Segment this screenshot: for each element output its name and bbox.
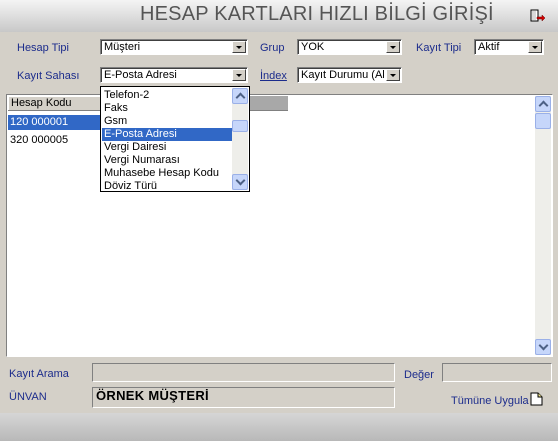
dropdown-option[interactable]: Gsm: [102, 115, 232, 128]
scroll-thumb[interactable]: [232, 120, 248, 132]
kayit-arama-input[interactable]: [92, 363, 395, 382]
page-title: HESAP KARTLARI HIZLI BİLGİ GİRİŞİ: [140, 3, 494, 25]
kayit-sahasi-label: Kayıt Sahası: [17, 70, 80, 82]
document-icon[interactable]: [530, 392, 543, 406]
index-select[interactable]: Kayıt Durumu (Ak: [297, 67, 402, 83]
scroll-thumb[interactable]: [535, 113, 551, 129]
dropdown-option[interactable]: Faks: [102, 102, 232, 115]
kayit-tipi-value: Aktif: [478, 41, 500, 53]
chevron-down-icon[interactable]: [232, 69, 246, 81]
dropdown-option[interactable]: Telefon-2: [102, 89, 232, 102]
scroll-up-icon[interactable]: [232, 88, 248, 104]
kayit-tipi-label: Kayıt Tipi: [416, 42, 462, 54]
scroll-down-icon[interactable]: [232, 174, 248, 190]
scroll-down-icon[interactable]: [535, 339, 551, 355]
dropdown-option[interactable]: Vergi Numarası: [102, 154, 232, 167]
apply-all-button[interactable]: Tümüne Uygula: [451, 395, 529, 407]
dropdown-option-selected[interactable]: E-Posta Adresi: [102, 128, 232, 141]
hesap-tipi-label: Hesap Tipi: [17, 42, 69, 54]
index-label: İndex: [260, 70, 287, 82]
grup-select[interactable]: YOK: [297, 39, 402, 55]
kayit-sahasi-dropdown-list[interactable]: Telefon-2 Faks Gsm E-Posta Adresi Vergi …: [100, 86, 250, 192]
dropdown-option[interactable]: Vergi Dairesi: [102, 141, 232, 154]
column-header-hesap-kodu[interactable]: Hesap Kodu: [8, 96, 108, 110]
hesap-tipi-select[interactable]: Müşteri: [100, 39, 248, 55]
kayit-sahasi-select[interactable]: E-Posta Adresi: [100, 67, 248, 83]
deger-label: Değer: [404, 369, 434, 381]
chevron-down-icon[interactable]: [232, 41, 246, 53]
chevron-down-icon[interactable]: [528, 41, 542, 53]
unvan-label: ÜNVAN: [9, 391, 47, 403]
unvan-value: ÖRNEK MÜŞTERİ: [96, 388, 209, 403]
dropdown-option[interactable]: Döviz Türü: [102, 180, 232, 191]
hesap-tipi-value: Müşteri: [104, 41, 141, 53]
table-row[interactable]: 120 000001: [8, 115, 108, 130]
scroll-up-icon[interactable]: [535, 96, 551, 112]
kayit-tipi-select[interactable]: Aktif: [474, 39, 544, 55]
table-row[interactable]: 320 000005: [8, 133, 108, 148]
kayit-arama-label: Kayıt Arama: [9, 368, 69, 380]
dropdown-scrollbar[interactable]: [232, 88, 248, 190]
grid-scrollbar[interactable]: [535, 96, 551, 355]
dropdown-option[interactable]: Muhasebe Hesap Kodu: [102, 167, 232, 180]
kayit-sahasi-value: E-Posta Adresi: [104, 69, 177, 81]
exit-door-icon[interactable]: [529, 8, 545, 24]
status-bar: [0, 413, 558, 441]
grup-label: Grup: [260, 42, 285, 54]
chevron-down-icon[interactable]: [386, 41, 400, 53]
deger-input[interactable]: [442, 363, 552, 382]
grup-value: YOK: [301, 41, 325, 53]
account-grid[interactable]: Hesap Kodu 120 000001 320 000005: [6, 94, 553, 357]
chevron-down-icon[interactable]: [386, 69, 400, 81]
title-bar: HESAP KARTLARI HIZLI BİLGİ GİRİŞİ: [0, 0, 558, 32]
index-value: Kayıt Durumu (Ak: [301, 69, 384, 81]
